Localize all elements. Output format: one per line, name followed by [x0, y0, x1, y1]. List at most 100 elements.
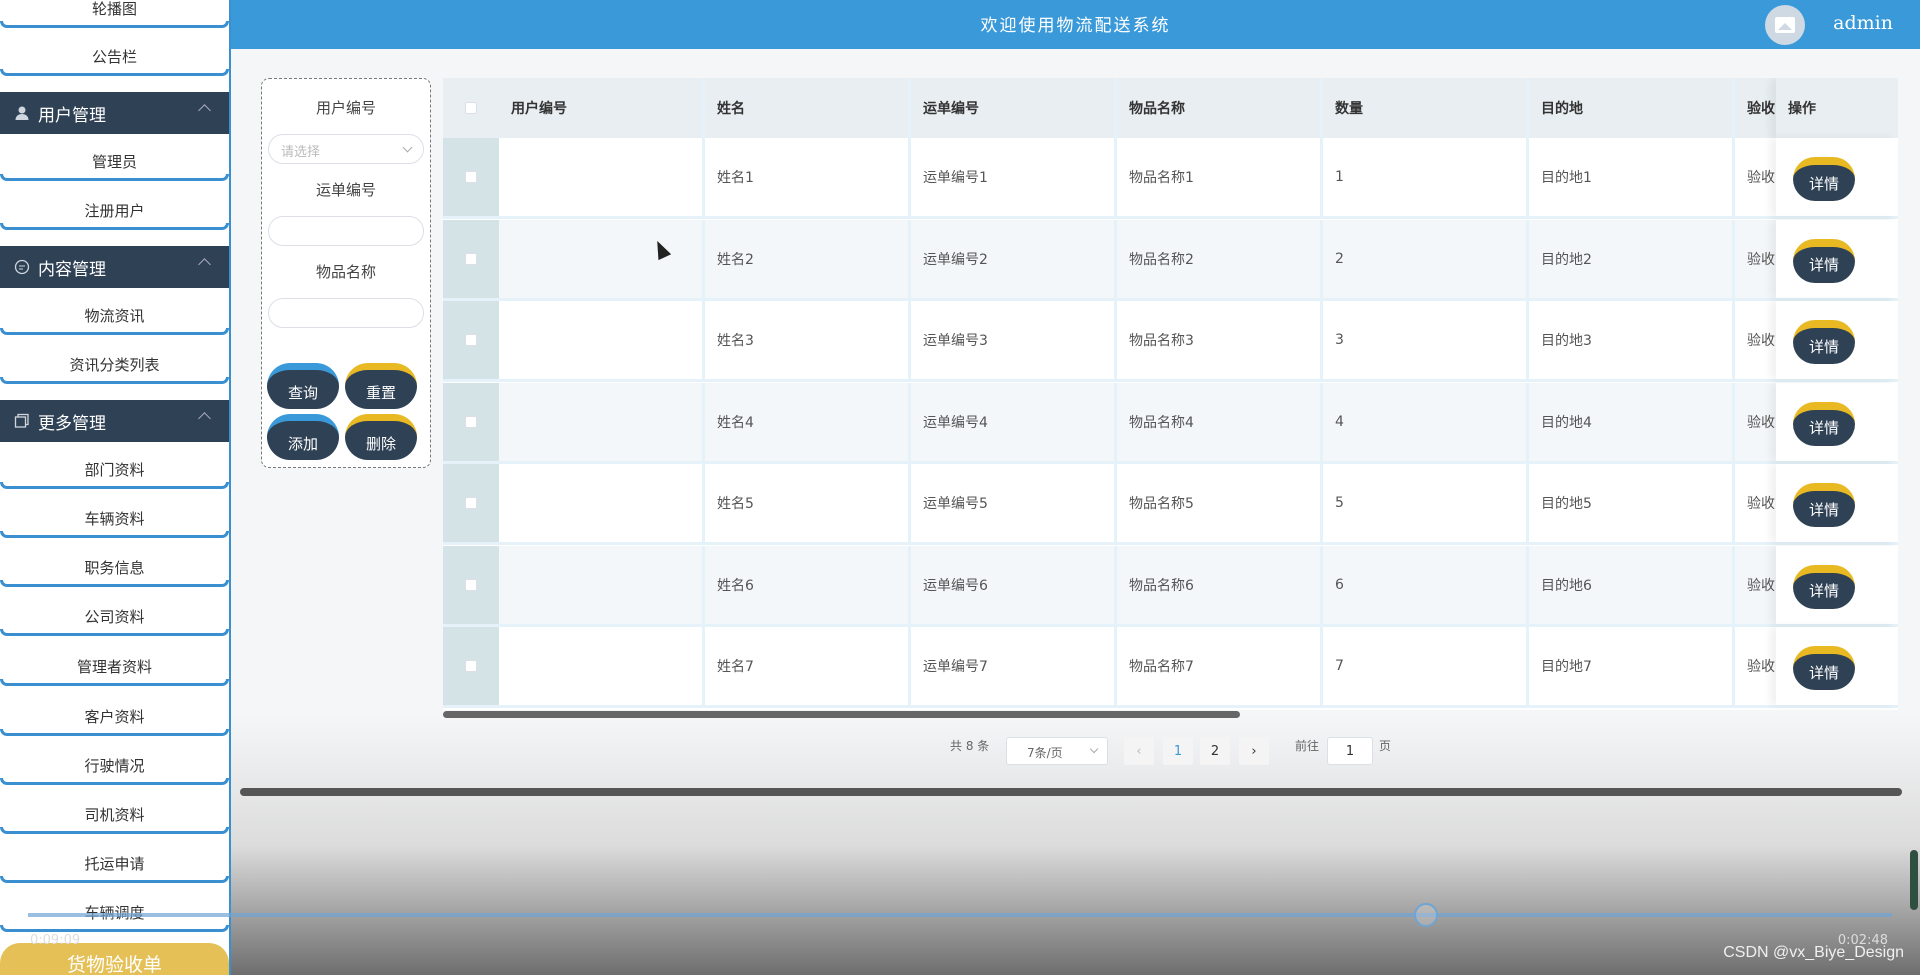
- cell-destination: 目的地6: [1529, 545, 1735, 624]
- sidebar-item-driving[interactable]: 行驶情况: [0, 745, 229, 785]
- cell-name: 姓名4: [705, 382, 911, 461]
- detail-button[interactable]: 详情: [1793, 320, 1855, 364]
- video-progress-knob[interactable]: [1414, 903, 1438, 927]
- actions-cell: 详情: [1776, 545, 1898, 624]
- table-row[interactable]: 姓名2 运单编号2 物品名称2 2 目的地2 验收 详情: [443, 219, 1898, 301]
- table-row[interactable]: 姓名7 运单编号7 物品名称7 7 目的地7 验收 详情: [443, 627, 1898, 708]
- detail-button[interactable]: 详情: [1793, 646, 1855, 690]
- cell-quantity: 6: [1323, 545, 1529, 624]
- item-name-input[interactable]: [268, 298, 424, 328]
- table-row[interactable]: 姓名5 运单编号5 物品名称5 5 目的地5 验收 详情: [443, 464, 1898, 545]
- detail-button[interactable]: 详情: [1793, 157, 1855, 201]
- select-all-checkbox[interactable]: [465, 102, 477, 114]
- cell-user-no: [499, 464, 705, 542]
- cell-destination: 目的地3: [1529, 301, 1735, 379]
- cell-quantity: 2: [1323, 219, 1529, 298]
- row-checkbox[interactable]: [465, 171, 477, 183]
- cell-user-no: [499, 219, 705, 298]
- row-checkbox[interactable]: [465, 415, 477, 428]
- col-user-no[interactable]: 用户编号: [499, 78, 705, 138]
- cell-destination: 目的地4: [1529, 382, 1735, 461]
- sidebar-group-content[interactable]: 内容管理: [0, 246, 229, 288]
- table-row[interactable]: 姓名4 运单编号4 物品名称4 4 目的地4 验收 详情: [443, 382, 1898, 464]
- video-progress-bar[interactable]: [28, 913, 1892, 917]
- sidebar-item-department[interactable]: 部门资料: [0, 449, 229, 489]
- table-row[interactable]: 姓名3 运单编号3 物品名称3 3 目的地3 验收 详情: [443, 301, 1898, 382]
- row-select-cell: [443, 138, 499, 216]
- row-checkbox[interactable]: [465, 497, 477, 509]
- goto-page-input[interactable]: 1: [1327, 737, 1373, 765]
- table-horizontal-scrollbar[interactable]: [443, 711, 1240, 718]
- col-actions: 操作: [1776, 78, 1898, 138]
- table-row[interactable]: 姓名1 运单编号1 物品名称1 1 目的地1 验收 详情: [443, 138, 1898, 219]
- cell-user-no: [499, 382, 705, 461]
- page-horizontal-scrollbar[interactable]: [240, 788, 1902, 796]
- reset-button[interactable]: 重置: [345, 363, 417, 409]
- page-suffix: 页: [1379, 739, 1392, 753]
- detail-button[interactable]: 详情: [1793, 564, 1855, 609]
- sidebar-group-label: 用户管理: [38, 105, 106, 126]
- prev-page-button[interactable]: ‹: [1124, 737, 1154, 765]
- cell-item-name: 物品名称3: [1117, 301, 1323, 379]
- video-elapsed-time: 0:09:09: [30, 933, 81, 948]
- sidebar-item-vehicle[interactable]: 车辆资料: [0, 498, 229, 538]
- row-checkbox[interactable]: [465, 334, 477, 346]
- cell-waybill: 运单编号1: [911, 138, 1117, 216]
- row-select-cell: [443, 382, 499, 461]
- page-1-button[interactable]: 1: [1163, 737, 1193, 765]
- page-size-select[interactable]: 7条/页: [1006, 737, 1108, 765]
- search-panel: 用户编号 请选择 运单编号 物品名称 查询 重置 添加 删除: [261, 78, 431, 468]
- user-avatar[interactable]: [1765, 5, 1805, 45]
- row-select-cell: [443, 219, 499, 298]
- page-size-value: 7条/页: [1027, 746, 1063, 760]
- sidebar-group-label: 内容管理: [38, 259, 106, 280]
- table-row[interactable]: 姓名6 运单编号6 物品名称6 6 目的地6 验收 详情: [443, 545, 1898, 627]
- query-button[interactable]: 查询: [267, 363, 339, 409]
- sidebar-item-shipping-request[interactable]: 托运申请: [0, 843, 229, 883]
- sidebar-item-vehicle-dispatch[interactable]: 车辆调度: [0, 892, 229, 932]
- cell-waybill: 运单编号4: [911, 382, 1117, 461]
- sidebar-item-manager[interactable]: 管理者资料: [0, 646, 229, 686]
- cell-item-name: 物品名称6: [1117, 545, 1323, 624]
- sidebar-item-notice[interactable]: 公告栏: [0, 36, 229, 76]
- sidebar-item-carousel[interactable]: 轮播图: [0, 0, 229, 28]
- item-name-label: 物品名称: [315, 263, 376, 281]
- sidebar-item-driver[interactable]: 司机资料: [0, 794, 229, 834]
- username[interactable]: admin: [1833, 12, 1893, 34]
- next-page-button[interactable]: ›: [1239, 737, 1269, 765]
- user-no-select[interactable]: 请选择: [268, 134, 424, 164]
- sidebar-item-logistics-news[interactable]: 物流资讯: [0, 295, 229, 335]
- cell-name: 姓名6: [705, 545, 911, 624]
- sidebar-item-admin[interactable]: 管理员: [0, 141, 229, 181]
- detail-button[interactable]: 详情: [1793, 238, 1855, 283]
- select-all-cell: [443, 78, 499, 138]
- col-quantity[interactable]: 数量: [1323, 78, 1529, 138]
- row-checkbox[interactable]: [465, 578, 477, 591]
- sidebar-group-user[interactable]: 用户管理: [0, 92, 229, 134]
- right-scroll-indicator[interactable]: [1910, 850, 1918, 910]
- sidebar-item-news-category[interactable]: 资讯分类列表: [0, 344, 229, 384]
- sidebar-item-registered-users[interactable]: 注册用户: [0, 190, 229, 230]
- row-select-cell: [443, 545, 499, 624]
- cell-user-no: [499, 627, 705, 705]
- sidebar-item-company[interactable]: 公司资料: [0, 596, 229, 636]
- sidebar-group-more[interactable]: 更多管理: [0, 400, 229, 442]
- waybill-input[interactable]: [268, 216, 424, 246]
- sidebar-item-customer[interactable]: 客户资料: [0, 696, 229, 736]
- row-checkbox[interactable]: [465, 252, 477, 265]
- detail-button[interactable]: 详情: [1793, 401, 1855, 446]
- delete-button[interactable]: 删除: [345, 414, 417, 460]
- col-name[interactable]: 姓名: [705, 78, 911, 138]
- row-checkbox[interactable]: [465, 660, 477, 672]
- user-icon: [14, 105, 30, 121]
- page-2-button[interactable]: 2: [1200, 737, 1230, 765]
- cell-destination: 目的地2: [1529, 219, 1735, 298]
- col-item-name[interactable]: 物品名称: [1117, 78, 1323, 138]
- add-button[interactable]: 添加: [267, 414, 339, 460]
- chevron-down-icon: [1089, 744, 1099, 754]
- detail-button[interactable]: 详情: [1793, 483, 1855, 527]
- col-waybill[interactable]: 运单编号: [911, 78, 1117, 138]
- top-header: 欢迎使用物流配送系统 admin: [231, 0, 1920, 49]
- sidebar-item-position[interactable]: 职务信息: [0, 547, 229, 587]
- col-destination[interactable]: 目的地: [1529, 78, 1735, 138]
